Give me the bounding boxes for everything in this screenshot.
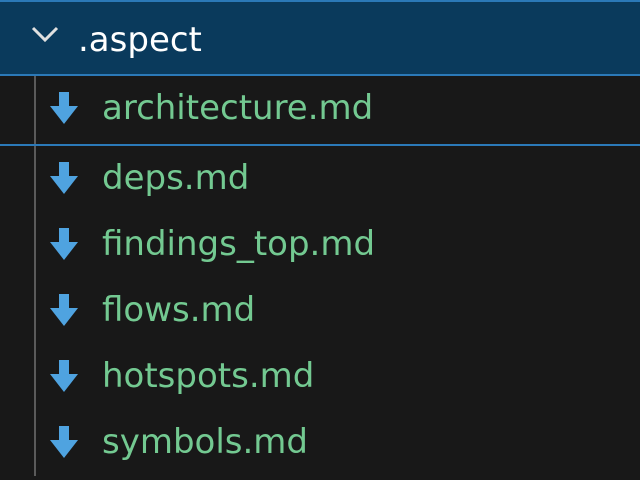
file-name: architecture.md <box>102 88 374 128</box>
markdown-arrow-down-icon <box>50 426 78 458</box>
file-row-flows[interactable]: flows.md <box>0 280 640 342</box>
file-row-hotspots[interactable]: hotspots.md <box>0 346 640 408</box>
file-name: deps.md <box>102 158 250 198</box>
markdown-arrow-down-icon <box>50 92 78 124</box>
file-name: hotspots.md <box>102 356 315 396</box>
file-row-symbols[interactable]: symbols.md <box>0 412 640 474</box>
file-name: findings_top.md <box>102 224 376 264</box>
file-row-findings-top[interactable]: findings_top.md <box>0 214 640 276</box>
file-explorer: .aspect architecture.md deps.md findings… <box>0 0 640 480</box>
folder-name: .aspect <box>78 20 202 60</box>
chevron-down-icon[interactable] <box>27 16 63 52</box>
file-row-deps[interactable]: deps.md <box>0 148 640 210</box>
file-name: symbols.md <box>102 422 309 462</box>
markdown-arrow-down-icon <box>50 228 78 260</box>
file-name: flows.md <box>102 290 256 330</box>
markdown-arrow-down-icon <box>50 162 78 194</box>
markdown-arrow-down-icon <box>50 294 78 326</box>
markdown-arrow-down-icon <box>50 360 78 392</box>
folder-row-aspect[interactable]: .aspect <box>0 0 640 76</box>
file-row-architecture[interactable]: architecture.md <box>0 78 640 146</box>
